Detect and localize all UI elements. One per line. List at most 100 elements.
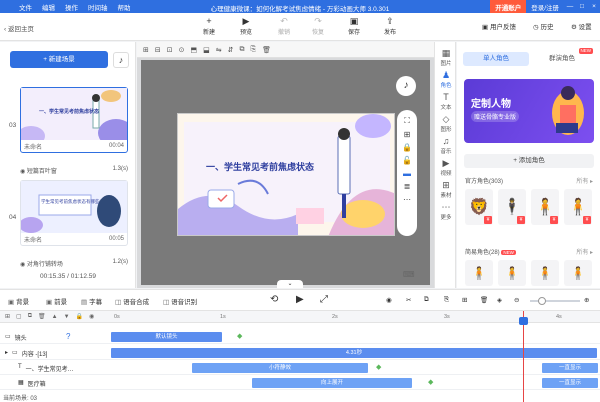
redo-button[interactable]: ↷ 恢复 [305,16,331,36]
subtitle-button[interactable]: ▤ 字幕 [81,296,102,306]
rewind-icon[interactable]: ⟲ [270,294,278,305]
flip-v-icon[interactable]: ⇵ [228,46,234,54]
menu-file[interactable]: 文件 [14,2,37,12]
foreground-button[interactable]: ▣ 前景 [46,296,67,306]
fullscreen-icon[interactable]: ⤢ [320,294,328,305]
role-card[interactable]: 🧍 ¥ [564,189,592,225]
official-roles-more[interactable]: 所有 ▸ [576,176,593,185]
preview-button[interactable]: ▶ 预览 [233,16,259,36]
camera-clip[interactable]: 默认镜头 [111,332,222,342]
screen-icon[interactable]: ▬ [403,169,411,178]
menu-edit[interactable]: 编辑 [37,2,60,12]
music-note-icon[interactable]: ♪ [113,52,129,68]
paste-icon[interactable]: ⎘ [251,46,257,54]
track-medical-box[interactable]: ▦ 医疗箱 向上展开 ◆ 一直显示 [0,376,600,390]
role-card[interactable]: 🧍 [498,260,526,286]
role-card[interactable]: 🦁 ¥ [465,189,493,225]
simple-roles-more[interactable]: 所有 ▸ [576,247,593,256]
unlock-icon[interactable]: 🔓 [402,156,412,165]
category-video[interactable]: ▶ 视频 [435,158,457,177]
more-options-icon[interactable]: ⊙ [179,46,185,54]
category-text[interactable]: T 文本 [435,92,457,111]
upgrade-button[interactable]: 开通账户 [490,0,527,13]
layer-up-icon[interactable]: ⬒ [191,46,198,54]
undo-button[interactable]: ↶ 撤销 [271,16,297,36]
scene-card-04[interactable]: 学生常见考前焦虑状态有哪些 未命名 00:05 [20,180,128,246]
more-icon[interactable]: ⋯ [403,195,411,204]
keyframe-icon[interactable]: ◆ [237,333,242,341]
keyframe-icon[interactable]: ◆ [428,379,433,387]
down-icon[interactable]: ▼ [64,314,70,320]
new-scene-button[interactable]: + 新建场景 [10,51,108,68]
lock-icon[interactable]: 🔒 [402,143,412,152]
menu-operate[interactable]: 操作 [60,2,83,12]
copy-icon[interactable]: ⧉ [240,46,245,54]
scene-card-03[interactable]: 一、学生常见考前焦虑状态 未命名 00:04 [20,87,128,153]
menu-timeline[interactable]: 时间轴 [83,2,113,12]
marker-icon[interactable]: ◈ [497,296,502,304]
minimize-button[interactable]: — [564,3,576,10]
track-content[interactable]: ▸ ▭ 内容 -[13] 4.31秒 [0,346,600,360]
maximize-button[interactable]: □ [576,3,588,10]
content-clip[interactable]: 4.31秒 [111,348,597,358]
medical-box-end-clip[interactable]: 一直显示 [542,378,598,388]
login-link[interactable]: 登录/注册 [526,2,564,12]
add-frame-icon[interactable]: ⊞ [462,296,467,304]
keyframe-icon[interactable]: ◆ [376,364,381,372]
delete-layer-icon[interactable]: 🗑 [38,313,46,320]
role-card[interactable]: 🧍 [465,260,493,286]
folder-icon[interactable]: ▢ [16,313,22,320]
background-button[interactable]: ▣ 背景 [8,296,29,306]
save-button[interactable]: ▣ 保存 [341,16,367,36]
tts-button[interactable]: ◫ 语音合成 [115,296,149,306]
ruler-icon[interactable]: ⊡ [167,46,173,54]
zoom-slider-handle[interactable] [538,297,546,305]
back-home-button[interactable]: ‹ 返回主页 [4,23,34,33]
scene-transition[interactable]: ◉ 对角行铺转场 1.2(s) [20,259,128,268]
eye-icon[interactable]: ◉ [89,313,94,320]
align-icon[interactable]: ⊞ [143,46,149,54]
role-card[interactable]: 🧍 ¥ [531,189,559,225]
slide-title[interactable]: 一、学生常见考前焦虑状态 [206,160,314,173]
layer-down-icon[interactable]: ⬓ [203,46,210,54]
music-icon[interactable]: ♪ [396,76,416,96]
category-materials[interactable]: ⊞ 素材 [435,180,457,199]
category-images[interactable]: ▦ 图片 [435,48,457,67]
add-layer-icon[interactable]: ⊞ [5,313,10,320]
paste-icon[interactable]: ⎘ [444,296,449,304]
asr-button[interactable]: ◫ 语音识别 [163,296,197,306]
category-shapes[interactable]: ◇ 图形 [435,114,457,133]
role-card[interactable]: 🧍 [531,260,559,286]
menu-help[interactable]: 帮助 [113,2,136,12]
delete-icon[interactable]: 🗑 [262,46,271,54]
category-more[interactable]: ⋯ 更多 [435,202,457,221]
expand-arrow-icon[interactable]: ⌄ [277,280,303,288]
add-role-button[interactable]: + 添加角色 [464,154,594,168]
track-camera[interactable]: ▭ 镜头 ? 默认镜头 ◆ [0,330,600,344]
delete-icon[interactable]: 🗑 [480,296,488,304]
medical-box-clip[interactable]: 向上展开 [252,378,412,388]
track-title-text[interactable]: T 一、学生常见考… 小符静效 ◆ 一直显示 [0,361,600,375]
tab-group-role[interactable]: 群演角色 NEW [529,48,595,66]
distribute-icon[interactable]: ⊟ [155,46,161,54]
feedback-button[interactable]: ▣ 用户反馈 [482,21,516,31]
up-icon[interactable]: ▲ [52,314,58,320]
role-card[interactable]: 🧍 [564,260,592,286]
layers-icon[interactable]: ≣ [404,182,411,191]
zoom-out-icon[interactable]: ⊖ [514,296,519,304]
fit-screen-icon[interactable]: ⛶ [404,116,410,126]
camera-icon[interactable]: ◉ [386,296,392,304]
tab-single-role[interactable]: 单人角色 [463,52,529,66]
flip-h-icon[interactable]: ⇋ [216,46,222,54]
title-end-clip[interactable]: 一直显示 [542,363,598,373]
close-button[interactable]: × [588,3,600,10]
slide-canvas[interactable]: 一、学生常见考前焦虑状态 [177,113,395,236]
category-music[interactable]: ♫ 音乐 [435,136,457,155]
keyboard-icon[interactable]: ⌨ [403,270,415,279]
history-button[interactable]: ◷ 历史 [533,21,553,31]
help-icon[interactable]: ? [66,332,70,341]
copy-layer-icon[interactable]: ⧉ [28,313,32,320]
category-roles[interactable]: ♟ 角色 [435,70,457,89]
publish-button[interactable]: ⇪ 发布 [377,16,403,36]
role-card[interactable]: 🕴 ¥ [498,189,526,225]
